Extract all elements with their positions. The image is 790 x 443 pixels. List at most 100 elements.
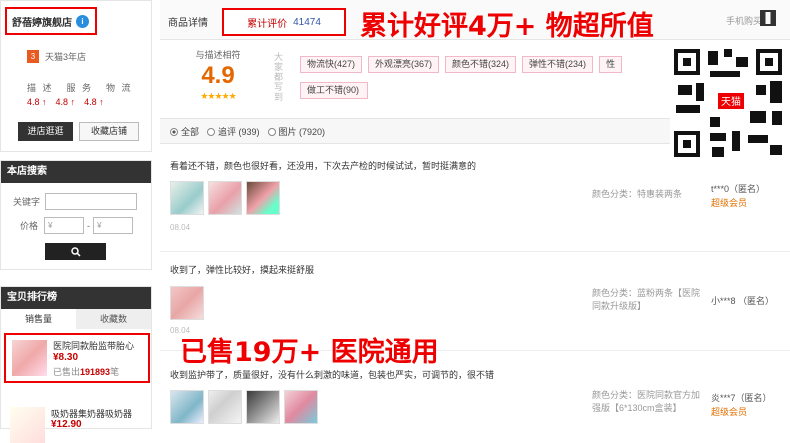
dsr-label-logistics: 物 流 bbox=[106, 83, 133, 93]
dsr-label-desc: 描 述 bbox=[27, 83, 54, 93]
review-text: 看着还不错，颜色也很好看，还没用，下次去产检的时候试试，暂时挺满意的 bbox=[170, 161, 477, 171]
shop-name-label: 舒蓓婷旗舰店 bbox=[12, 17, 72, 29]
filter-pics[interactable]: 图片 (7920) bbox=[267, 125, 326, 138]
impression-tag[interactable]: 性 bbox=[599, 56, 623, 73]
impression-tags: 物流快(427) 外观漂亮(367) 颜色不错(324) 弹性不错(234) 性… bbox=[300, 56, 670, 99]
product-thumbnail[interactable] bbox=[12, 340, 47, 376]
qr-finder bbox=[674, 49, 700, 75]
tmall-logo: 天猫 bbox=[716, 91, 746, 111]
review-vip-badge: 超级会员 bbox=[711, 198, 748, 208]
review-item: 收到监护带了，质量很好，没有什么刺激的味道，包装也严实，可调节的，很不错 颜色分… bbox=[160, 352, 790, 429]
ranking-panel: 宝贝排行榜 销售量 收藏数 医院同款胎监带胎心 ¥8.30 已售出191893笔… bbox=[0, 286, 152, 443]
review-date: 08.04 bbox=[170, 223, 191, 232]
review-user[interactable]: 炎***7（匿名） bbox=[711, 391, 772, 404]
keyword-label: 关键字 bbox=[13, 197, 41, 207]
search-icon bbox=[70, 246, 81, 257]
ranking-item-price: ¥8.30 bbox=[53, 352, 79, 363]
price-label: 价格 bbox=[20, 221, 39, 231]
tab-reviews-count: 41474 bbox=[293, 16, 321, 28]
rating-score: 4.9 bbox=[201, 62, 235, 89]
impression-tag[interactable]: 弹性不错(234) bbox=[522, 56, 594, 73]
filter-all[interactable]: 全部 bbox=[170, 125, 199, 138]
review-image[interactable] bbox=[170, 286, 204, 320]
qr-finder bbox=[756, 49, 782, 75]
radio-icon bbox=[267, 127, 276, 136]
tab-mobile-buy[interactable]: 手机购买 bbox=[726, 14, 762, 27]
ranking-title: 宝贝排行榜 bbox=[1, 287, 151, 309]
dsr-score-logistics: 4.8 bbox=[84, 97, 104, 107]
shop-search-panel: 本店搜索 关键字 价格 ¥ - ¥ bbox=[0, 160, 152, 270]
review-sku: 颜色分类：医院同款官方加强版【6*130cm盒装】 bbox=[592, 390, 701, 413]
price-max-input[interactable]: ¥ bbox=[93, 217, 134, 234]
ranking-item-title[interactable]: 医院同款胎监带胎心 bbox=[53, 339, 134, 352]
review-image[interactable] bbox=[246, 390, 280, 424]
ranking-item-price: ¥12.90 bbox=[51, 419, 82, 430]
star-rating-icon: ★★★★★ bbox=[200, 91, 236, 101]
shop-age: 3 天猫3年店 bbox=[27, 50, 86, 63]
review-image[interactable] bbox=[170, 181, 204, 215]
review-sku: 颜色分类：蓝粉两条【医院同款升级版】 bbox=[592, 288, 701, 311]
tab-details[interactable]: 商品详情 bbox=[168, 14, 208, 29]
impression-tag[interactable]: 物流快(427) bbox=[300, 56, 363, 73]
review-filter-bar: 全部 追评 (939) 图片 (7920) bbox=[160, 118, 670, 144]
review-image[interactable] bbox=[208, 390, 242, 424]
tab-sales[interactable]: 销售量 bbox=[1, 309, 76, 329]
tab-reviews-label: 累计评价 bbox=[247, 18, 288, 30]
review-item: 看着还不错，颜色也很好看，还没用，下次去产检的时候试试，暂时挺满意的 08.04… bbox=[160, 150, 790, 252]
ranking-item-sold: 已售出191893笔 bbox=[53, 365, 119, 378]
review-user[interactable]: t***0（匿名） bbox=[711, 182, 765, 195]
shop-sidebar: 舒蓓婷旗舰店 i 3 天猫3年店 描 述 服 务 物 流 4.8 4.8 4.8… bbox=[0, 0, 152, 443]
rating-label: 与描述相符 bbox=[195, 50, 241, 60]
tab-reviews[interactable]: 累计评价 41474 bbox=[222, 8, 346, 36]
shop-age-text: 天猫3年店 bbox=[45, 52, 87, 62]
impression-label: 大家都写到 bbox=[274, 52, 284, 102]
rating-summary: 与描述相符 4.9 ★★★★★ bbox=[168, 48, 268, 102]
keyword-input[interactable] bbox=[45, 193, 138, 210]
price-min-input[interactable]: ¥ bbox=[44, 217, 85, 234]
review-image[interactable] bbox=[284, 390, 318, 424]
radio-selected-icon bbox=[170, 127, 178, 136]
review-text: 收到了，弹性比较好，摸起来挺舒服 bbox=[170, 265, 315, 275]
impression-tag[interactable]: 外观漂亮(367) bbox=[368, 56, 440, 73]
keyword-row: 关键字 bbox=[13, 193, 138, 210]
review-vip-badge: 超级会员 bbox=[711, 407, 748, 417]
review-image[interactable] bbox=[208, 181, 242, 215]
dsr-score-service: 4.8 bbox=[56, 97, 76, 107]
qr-code-icon[interactable] bbox=[760, 10, 776, 26]
review-text: 收到监护带了，质量很好，没有什么刺激的味道，包装也严实，可调节的，很不错 bbox=[170, 370, 495, 380]
impression-tag[interactable]: 颜色不错(324) bbox=[445, 56, 517, 73]
ranking-item[interactable]: 医院同款胎监带胎心 ¥8.30 已售出191893笔 bbox=[4, 333, 150, 383]
review-image[interactable] bbox=[246, 181, 280, 215]
ranking-tabs: 销售量 收藏数 bbox=[1, 309, 151, 329]
review-images bbox=[170, 390, 318, 424]
shop-search-button[interactable] bbox=[45, 243, 106, 260]
radio-icon bbox=[207, 127, 216, 136]
dsr-label-service: 服 务 bbox=[66, 83, 94, 93]
impression-tag[interactable]: 做工不错(90) bbox=[300, 82, 368, 99]
tab-favorites[interactable]: 收藏数 bbox=[76, 309, 151, 329]
shop-name[interactable]: 舒蓓婷旗舰店 i bbox=[5, 7, 97, 35]
sold-prefix: 已售出 bbox=[53, 367, 81, 377]
product-main: 商品详情 累计评价 41474 手机购买 累计好评4万+ 物超所值 与描述相符 … bbox=[160, 0, 790, 429]
filter-all-label: 全部 bbox=[181, 126, 200, 137]
sold-count: 191893 bbox=[80, 367, 111, 377]
review-images bbox=[170, 181, 280, 215]
shop-info-card: 舒蓓婷旗舰店 i 3 天猫3年店 描 述 服 务 物 流 4.8 4.8 4.8… bbox=[0, 0, 152, 152]
filter-followup[interactable]: 追评 (939) bbox=[207, 125, 260, 138]
review-images bbox=[170, 286, 204, 320]
dsr-labels: 描 述 服 务 物 流 bbox=[27, 81, 133, 94]
review-image[interactable] bbox=[170, 390, 204, 424]
shop-search-title: 本店搜索 bbox=[1, 161, 151, 183]
price-dash: - bbox=[87, 220, 91, 231]
enter-shop-button[interactable]: 进店逛逛 bbox=[18, 122, 73, 141]
promo-overlay-top: 累计好评4万+ 物超所值 bbox=[360, 11, 654, 42]
sold-unit: 笔 bbox=[110, 367, 120, 377]
dsr-scores: 4.8 4.8 4.8 bbox=[27, 97, 104, 107]
filter-followup-label: 追评 (939) bbox=[218, 126, 260, 137]
filter-pics-label: 图片 (7920) bbox=[278, 126, 326, 137]
info-icon[interactable]: i bbox=[76, 14, 89, 28]
review-sku: 颜色分类：特惠装两条 bbox=[592, 189, 683, 199]
review-user[interactable]: 小***8 （匿名） bbox=[711, 294, 774, 307]
favorite-shop-button[interactable]: 收藏店铺 bbox=[79, 122, 139, 141]
product-thumbnail[interactable] bbox=[10, 407, 45, 443]
